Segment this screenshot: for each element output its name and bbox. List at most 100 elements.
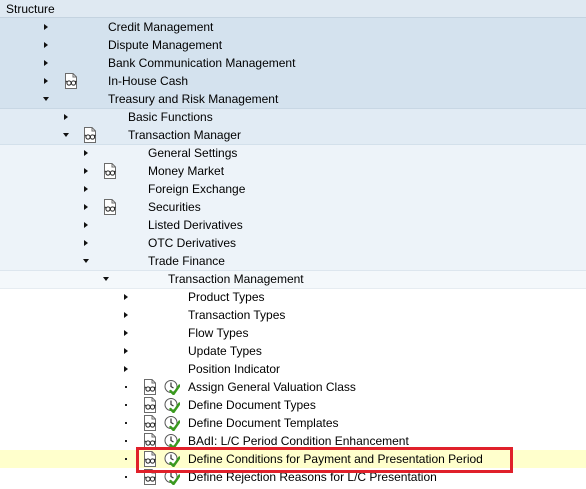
expander-glyph	[84, 150, 88, 156]
tree-node-label: Foreign Exchange	[148, 182, 246, 196]
expand-node-icon[interactable]	[120, 342, 132, 360]
glasses-doc-icon[interactable]	[102, 199, 118, 215]
expand-node-icon[interactable]	[120, 324, 132, 342]
expand-node-icon[interactable]	[80, 144, 92, 162]
tree-node-define-document-templates[interactable]: Define Document Templates	[0, 414, 586, 432]
execute-clock-icon[interactable]	[164, 415, 181, 432]
expander-glyph	[124, 294, 128, 300]
tree-node-label: Bank Communication Management	[108, 56, 296, 70]
tree-node-label: Trade Finance	[148, 254, 225, 268]
tree-node-treasury-and-risk-management[interactable]: Treasury and Risk Management	[0, 90, 586, 108]
expand-node-icon[interactable]	[40, 36, 52, 54]
tree-node-listed-derivatives[interactable]: Listed Derivatives	[0, 216, 586, 234]
tree-node-label: Flow Types	[188, 326, 249, 340]
expand-node-icon[interactable]	[60, 108, 72, 126]
expand-node-icon[interactable]	[120, 360, 132, 378]
tree-node-label: Transaction Manager	[128, 128, 241, 142]
tree-node-label: Transaction Types	[188, 308, 286, 322]
tree-node-label: Update Types	[188, 344, 262, 358]
leaf-bullet-icon	[120, 432, 132, 450]
expander-glyph	[44, 78, 48, 84]
expand-node-icon[interactable]	[40, 72, 52, 90]
tree-node-bank-communication-management[interactable]: Bank Communication Management	[0, 54, 586, 72]
collapse-node-icon[interactable]	[100, 270, 112, 288]
tree-node-dispute-management[interactable]: Dispute Management	[0, 36, 586, 54]
expander-glyph	[44, 60, 48, 66]
tree-node-otc-derivatives[interactable]: OTC Derivatives	[0, 234, 586, 252]
expand-node-icon[interactable]	[120, 306, 132, 324]
tree-node-transaction-types[interactable]: Transaction Types	[0, 306, 586, 324]
execute-clock-icon[interactable]	[164, 397, 181, 414]
tree-node-label: Define Document Types	[188, 398, 316, 412]
expander-glyph	[84, 204, 88, 210]
expand-node-icon[interactable]	[80, 162, 92, 180]
tree-node-flow-types[interactable]: Flow Types	[0, 324, 586, 342]
expand-node-icon[interactable]	[80, 234, 92, 252]
expander-glyph	[125, 476, 127, 478]
leaf-bullet-icon	[120, 396, 132, 414]
leaf-bullet-icon	[120, 414, 132, 432]
tree-node-label: Define Document Templates	[188, 416, 339, 430]
expander-glyph	[103, 277, 109, 281]
tree-node-credit-management[interactable]: Credit Management	[0, 18, 586, 36]
tree-node-transaction-manager[interactable]: Transaction Manager	[0, 126, 586, 144]
execute-clock-icon[interactable]	[164, 379, 181, 396]
tree-node-label: BAdI: L/C Period Condition Enhancement	[188, 434, 409, 448]
expander-glyph	[125, 422, 127, 424]
expander-glyph	[44, 42, 48, 48]
expander-glyph	[44, 24, 48, 30]
expander-glyph	[124, 348, 128, 354]
expand-node-icon[interactable]	[40, 18, 52, 36]
expander-glyph	[125, 440, 127, 442]
highlight-annotation-box	[136, 447, 513, 473]
tree-node-label: General Settings	[148, 146, 238, 160]
expand-node-icon[interactable]	[80, 216, 92, 234]
tree-node-label: Credit Management	[108, 20, 214, 34]
expander-glyph	[124, 366, 128, 372]
tree-node-basic-functions[interactable]: Basic Functions	[0, 108, 586, 126]
glasses-doc-icon[interactable]	[102, 163, 118, 179]
glasses-doc-icon[interactable]	[63, 73, 79, 89]
tree-node-position-indicator[interactable]: Position Indicator	[0, 360, 586, 378]
glasses-doc-icon[interactable]	[82, 127, 98, 143]
expander-glyph	[125, 458, 127, 460]
leaf-bullet-icon	[120, 378, 132, 396]
tree-node-transaction-management[interactable]: Transaction Management	[0, 270, 586, 288]
tree-node-label: Position Indicator	[188, 362, 281, 376]
expand-node-icon[interactable]	[80, 180, 92, 198]
expander-glyph	[124, 330, 128, 336]
expand-node-icon[interactable]	[40, 54, 52, 72]
collapse-node-icon[interactable]	[60, 126, 72, 144]
tree-node-label: Listed Derivatives	[148, 218, 243, 232]
glasses-doc-icon[interactable]	[142, 397, 158, 413]
tree-node-define-document-types[interactable]: Define Document Types	[0, 396, 586, 414]
tree-node-assign-general-valuation-class[interactable]: Assign General Valuation Class	[0, 378, 586, 396]
tree-node-trade-finance[interactable]: Trade Finance	[0, 252, 586, 270]
expander-glyph	[125, 386, 127, 388]
collapse-node-icon[interactable]	[80, 252, 92, 270]
expander-glyph	[84, 240, 88, 246]
tree-node-product-types[interactable]: Product Types	[0, 288, 586, 306]
tree-node-label: Assign General Valuation Class	[188, 380, 356, 394]
tree-node-label: Money Market	[148, 164, 225, 178]
glasses-doc-icon[interactable]	[142, 379, 158, 395]
glasses-doc-icon[interactable]	[142, 415, 158, 431]
expander-glyph	[124, 312, 128, 318]
expander-glyph	[83, 259, 89, 263]
tree-node-general-settings[interactable]: General Settings	[0, 144, 586, 162]
structure-header: Structure	[0, 0, 586, 18]
tree-node-money-market[interactable]: Money Market	[0, 162, 586, 180]
tree-node-update-types[interactable]: Update Types	[0, 342, 586, 360]
expand-node-icon[interactable]	[120, 288, 132, 306]
expander-glyph	[84, 222, 88, 228]
expander-glyph	[125, 404, 127, 406]
tree-node-foreign-exchange[interactable]: Foreign Exchange	[0, 180, 586, 198]
expand-node-icon[interactable]	[80, 198, 92, 216]
tree-node-securities[interactable]: Securities	[0, 198, 586, 216]
tree-node-in-house-cash[interactable]: In-House Cash	[0, 72, 586, 90]
collapse-node-icon[interactable]	[40, 90, 52, 108]
tree-node-label: In-House Cash	[108, 74, 189, 88]
tree-node-label: OTC Derivatives	[148, 236, 237, 250]
expander-glyph	[63, 133, 69, 137]
tree-node-label: Treasury and Risk Management	[108, 92, 279, 106]
